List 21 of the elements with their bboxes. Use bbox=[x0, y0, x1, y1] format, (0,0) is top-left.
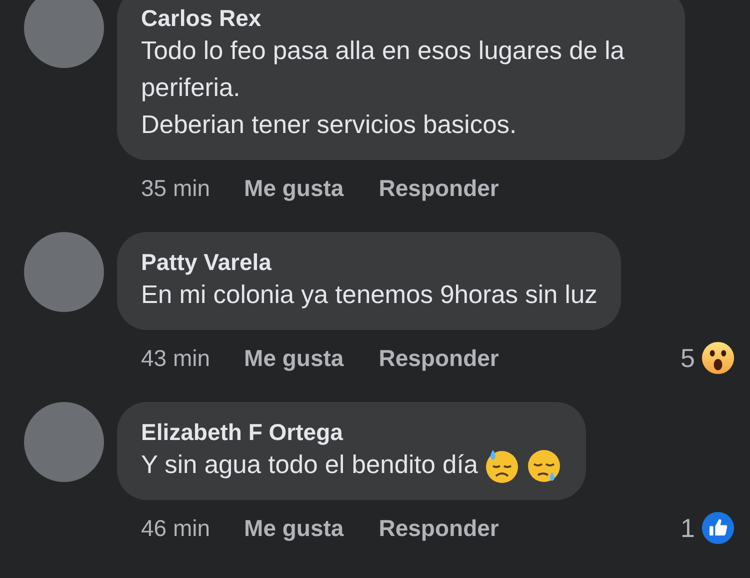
comment-text: Y sin agua todo el bendito día bbox=[141, 450, 478, 481]
sweat-face-icon bbox=[484, 448, 520, 484]
comment-action-link[interactable]: Me gusta bbox=[244, 514, 344, 542]
comment-text: Todo lo feo pasa alla en esos lugares de la periferia. Deberian tener servicios basicos. bbox=[141, 36, 626, 141]
sleepy-face-icon bbox=[526, 448, 562, 484]
thumbs-up-icon[interactable] bbox=[701, 511, 735, 545]
author-name[interactable]: Elizabeth F Ortega bbox=[141, 417, 562, 447]
surprised-face-icon[interactable] bbox=[701, 341, 735, 375]
comment-text: En mi colonia ya tenemos 9horas sin luz bbox=[141, 280, 598, 311]
author-name[interactable]: Carlos Rex bbox=[141, 3, 661, 33]
reaction-count: 5 bbox=[680, 342, 695, 374]
comment-action-link[interactable]: Responder bbox=[378, 344, 499, 372]
comment-action-link[interactable]: Responder bbox=[378, 514, 499, 542]
author-name[interactable]: Patty Varela bbox=[141, 247, 598, 277]
comment-time: 46 min bbox=[141, 514, 210, 542]
reaction-count: 1 bbox=[680, 512, 695, 544]
comment-action-link[interactable]: Responder bbox=[378, 174, 499, 202]
comment-time: 35 min bbox=[141, 174, 210, 202]
comment-time: 43 min bbox=[141, 344, 210, 372]
comment-action-link[interactable]: Me gusta bbox=[244, 344, 344, 372]
comment-action-link[interactable]: Me gusta bbox=[244, 174, 344, 202]
